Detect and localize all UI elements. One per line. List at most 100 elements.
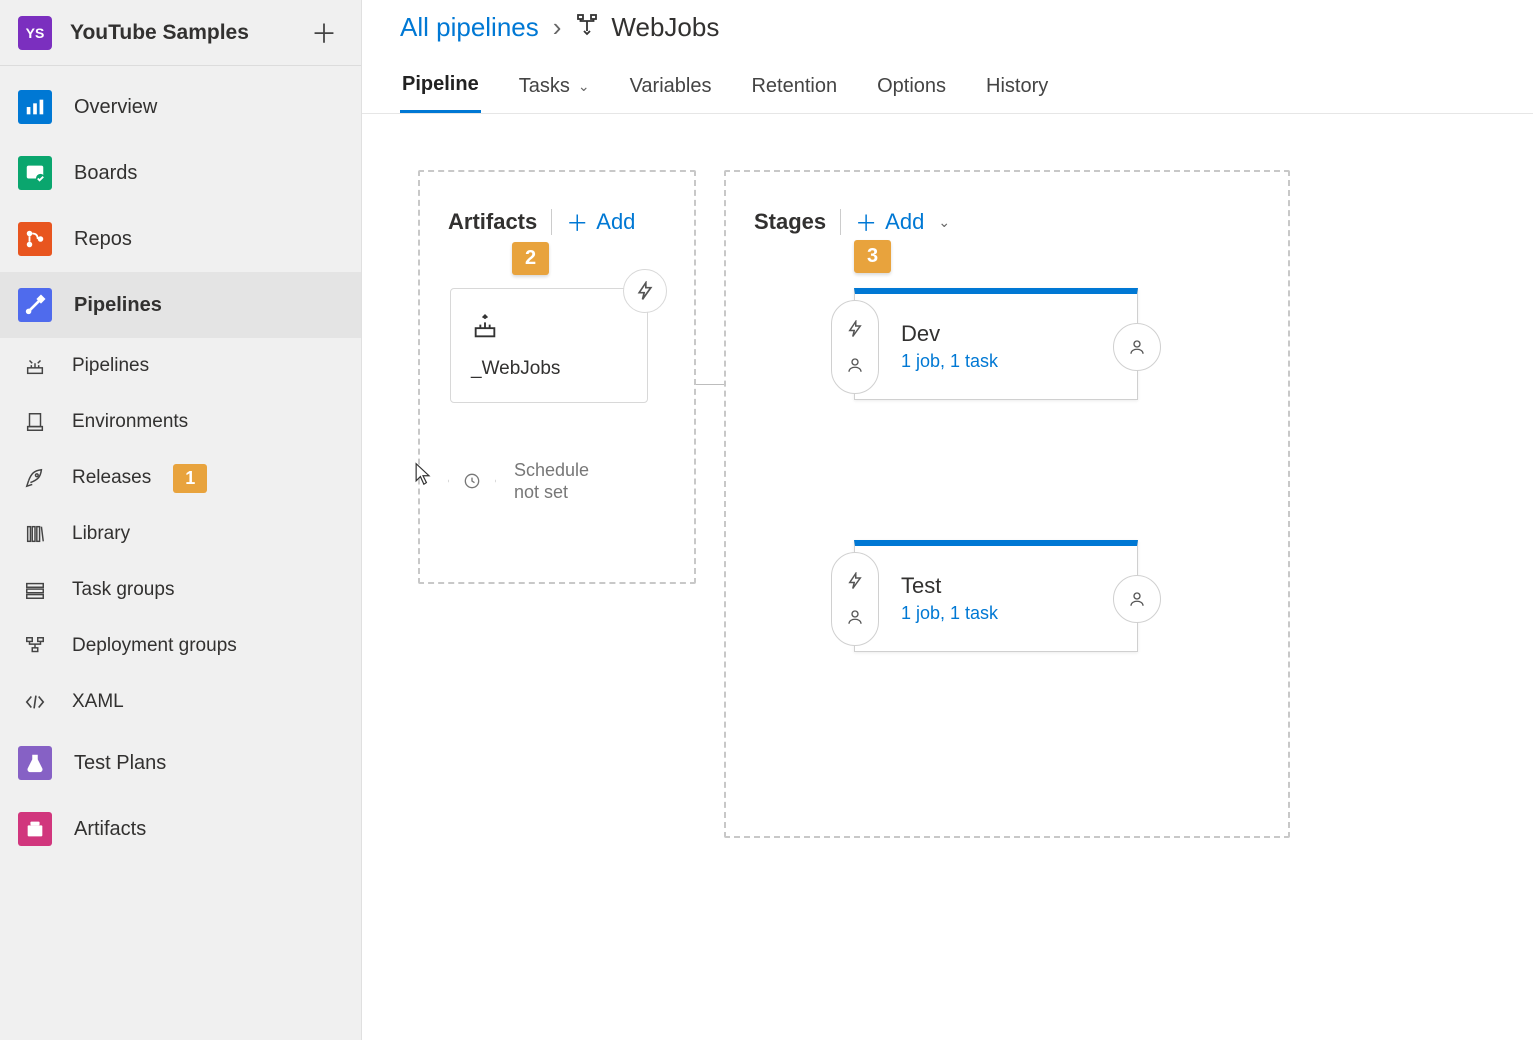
divider <box>551 209 552 235</box>
person-icon <box>846 608 864 626</box>
library-icon <box>20 519 50 549</box>
nav-test-plans[interactable]: Test Plans <box>0 730 361 796</box>
nav-overview[interactable]: Overview <box>0 74 361 140</box>
release-def-icon <box>575 12 599 43</box>
tab-retention[interactable]: Retention <box>749 65 839 113</box>
artifacts-title: Artifacts <box>448 209 537 235</box>
chevron-right-icon: › <box>553 12 562 43</box>
nav-deployment-groups[interactable]: Deployment groups <box>0 618 361 674</box>
chevron-down-icon: ⌄ <box>578 78 590 95</box>
nav-label: Overview <box>74 96 157 119</box>
stage-card-test[interactable]: Test 1 job, 1 task <box>854 540 1138 652</box>
tab-label: Retention <box>751 75 837 98</box>
tabs: Pipeline Tasks ⌄ Variables Retention Opti… <box>362 43 1533 114</box>
lightning-icon <box>846 572 864 590</box>
nav-releases[interactable]: Releases 1 <box>0 450 361 506</box>
nav-environments[interactable]: Environments <box>0 394 361 450</box>
nav-label: Repos <box>74 228 132 251</box>
nav-label: Task groups <box>72 579 174 601</box>
artifacts-panel: Artifacts ＋ Add 2 _WebJobs <box>418 170 696 584</box>
nav-label: Library <box>72 523 130 545</box>
environments-icon <box>20 407 50 437</box>
person-icon <box>1128 590 1146 608</box>
stage-body: Dev 1 job, 1 task <box>901 321 998 372</box>
add-label: Add <box>596 209 635 235</box>
breadcrumb-current-label: WebJobs <box>611 12 719 43</box>
nav-task-groups[interactable]: Task groups <box>0 562 361 618</box>
nav-pipelines-sub[interactable]: Pipelines <box>0 338 361 394</box>
breadcrumb-root[interactable]: All pipelines <box>400 12 539 43</box>
tab-history[interactable]: History <box>984 65 1050 113</box>
stage-meta-link[interactable]: 1 job, 1 task <box>901 351 998 372</box>
stages-header: Stages ＋ Add ⌄ <box>754 206 1260 238</box>
pipelines-icon <box>18 288 52 322</box>
plus-icon: ＋ <box>566 206 588 238</box>
project-title[interactable]: YouTube Samples <box>70 21 305 45</box>
build-artifact-icon <box>471 313 627 346</box>
artifact-trigger-button[interactable] <box>623 269 667 313</box>
tab-variables[interactable]: Variables <box>628 65 714 113</box>
nav-repos[interactable]: Repos <box>0 206 361 272</box>
callout-badge-1: 1 <box>173 464 207 493</box>
tab-label: History <box>986 75 1048 98</box>
tab-tasks[interactable]: Tasks ⌄ <box>517 65 592 113</box>
nav-xaml[interactable]: XAML <box>0 674 361 730</box>
artifacts-header: Artifacts ＋ Add <box>448 206 666 238</box>
artifact-card[interactable]: _WebJobs <box>450 288 648 403</box>
tab-label: Options <box>877 75 946 98</box>
sidebar: YS YouTube Samples ＋ Overview Boards Rep… <box>0 0 362 1040</box>
nav-boards[interactable]: Boards <box>0 140 361 206</box>
stage-meta-link[interactable]: 1 job, 1 task <box>901 603 998 624</box>
breadcrumb-current: WebJobs <box>575 12 719 43</box>
nav-library[interactable]: Library <box>0 506 361 562</box>
project-avatar[interactable]: YS <box>18 16 52 50</box>
nav-pipelines[interactable]: Pipelines <box>0 272 361 338</box>
schedule-text: Schedule not set <box>514 459 589 504</box>
divider <box>840 209 841 235</box>
repos-icon <box>18 222 52 256</box>
add-artifact-button[interactable]: ＋ Add <box>566 206 635 238</box>
nav-label: Deployment groups <box>72 635 237 657</box>
clock-icon <box>448 457 496 505</box>
tab-label: Variables <box>630 75 712 98</box>
tab-label: Pipeline <box>402 73 479 96</box>
stage-card-dev[interactable]: Dev 1 job, 1 task <box>854 288 1138 400</box>
artifact-schedule[interactable]: Schedule not set <box>448 457 666 505</box>
deployment-groups-icon <box>20 631 50 661</box>
artifacts-icon <box>18 812 52 846</box>
project-header: YS YouTube Samples ＋ <box>0 0 361 66</box>
plus-icon: ＋ <box>855 206 877 238</box>
stage-body: Test 1 job, 1 task <box>901 573 998 624</box>
main: All pipelines › WebJobs Pipeline Tasks ⌄ … <box>362 0 1533 1040</box>
artifact-name: _WebJobs <box>471 358 627 380</box>
stage-postdeploy-button[interactable] <box>1113 323 1161 371</box>
tab-label: Tasks <box>519 75 570 98</box>
callout-badge-3: 3 <box>854 240 891 273</box>
stage-postdeploy-button[interactable] <box>1113 575 1161 623</box>
stage-predeploy-button[interactable] <box>831 552 879 646</box>
nav-label: XAML <box>72 691 124 713</box>
xaml-icon <box>20 687 50 717</box>
nav: Overview Boards Repos Pipelines Pip <box>0 66 361 1040</box>
nav-label: Test Plans <box>74 752 166 775</box>
task-groups-icon <box>20 575 50 605</box>
nav-label: Artifacts <box>74 818 146 841</box>
add-project-button[interactable]: ＋ <box>305 14 343 51</box>
stages-panel: Stages ＋ Add ⌄ 3 Dev 1 job, 1 task <box>724 170 1290 838</box>
tab-options[interactable]: Options <box>875 65 948 113</box>
chevron-down-icon: ⌄ <box>938 214 950 231</box>
nav-label: Releases <box>72 467 151 489</box>
add-stage-button[interactable]: ＋ Add ⌄ <box>855 206 950 238</box>
mouse-cursor-icon <box>414 462 432 486</box>
tab-pipeline[interactable]: Pipeline <box>400 65 481 113</box>
lightning-icon <box>846 320 864 338</box>
test-plans-icon <box>18 746 52 780</box>
add-label: Add <box>885 209 924 235</box>
stage-name: Dev <box>901 321 998 347</box>
pipelines-sub-icon <box>20 351 50 381</box>
stage-predeploy-button[interactable] <box>831 300 879 394</box>
nav-artifacts[interactable]: Artifacts <box>0 796 361 862</box>
releases-icon <box>20 463 50 493</box>
nav-label: Environments <box>72 411 188 433</box>
nav-label: Pipelines <box>74 294 162 317</box>
